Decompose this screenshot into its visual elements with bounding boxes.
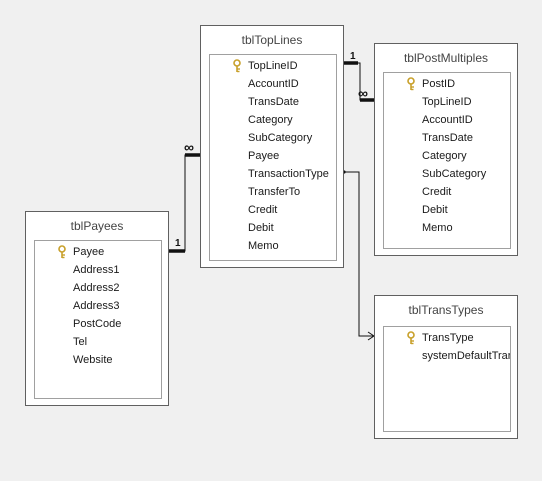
field-name: Category [248, 114, 293, 126]
field-name: AccountID [422, 114, 473, 126]
key-icon [58, 245, 66, 259]
field-name: AccountID [248, 78, 299, 90]
field-name: PostID [422, 78, 456, 90]
table-tblpayees[interactable]: tblPayees Payee Address1 Address2 Addres… [25, 211, 169, 406]
field-name: Tel [73, 336, 88, 348]
field-name: Debit [422, 204, 448, 216]
table-title[interactable]: tblTransTypes [375, 303, 517, 317]
field-name: Website [73, 354, 113, 366]
field-name: SubCategory [422, 168, 487, 180]
cardinality-one-label: 1 [350, 51, 356, 62]
field-name: TopLineID [248, 60, 298, 72]
rel-payees-toplines[interactable] [169, 154, 200, 252]
field-name: Memo [422, 222, 453, 234]
table-title[interactable]: tblPostMultiples [375, 51, 517, 65]
field-name: Address2 [73, 282, 120, 294]
field-list[interactable]: TopLineID AccountID TransDate Category S… [209, 54, 337, 261]
field-name: Credit [248, 204, 278, 216]
field-list[interactable]: Payee Address1 Address2 Address3 PostCod… [34, 240, 162, 399]
field-name: Category [422, 150, 467, 162]
field-name: Memo [248, 240, 279, 252]
field-name: PostCode [73, 318, 122, 330]
cardinality-many-label: ∞ [358, 85, 368, 101]
field-name: Address1 [73, 264, 120, 276]
field-name: Payee [248, 150, 280, 162]
cardinality-many-label: ∞ [184, 139, 194, 155]
field-list[interactable]: PostID TopLineID AccountID TransDate Cat… [383, 72, 511, 249]
table-title[interactable]: tblPayees [26, 219, 168, 233]
rel-toplines-transtypes[interactable] [344, 171, 374, 337]
field-name: TransDate [422, 132, 473, 144]
field-name: Credit [422, 186, 452, 198]
field-name: Debit [248, 222, 274, 234]
cardinality-one-label: 1 [175, 238, 181, 249]
field-name: TransactionType [248, 168, 329, 180]
field-name: Payee [73, 246, 105, 258]
table-tblpostmultiples[interactable]: tblPostMultiples PostID TopLineID Accoun… [374, 43, 518, 256]
field-name: systemDefaultTrans [422, 350, 511, 362]
key-icon [407, 77, 415, 91]
field-name: TopLineID [422, 96, 472, 108]
key-icon [407, 331, 415, 345]
table-title[interactable]: tblTopLines [201, 33, 343, 47]
field-name: TransferTo [248, 186, 301, 198]
field-name: TransType [422, 332, 474, 344]
field-name: Address3 [73, 300, 120, 312]
table-tbltoplines[interactable]: tblTopLines TopLineID AccountID TransDat… [200, 25, 344, 268]
field-name: SubCategory [248, 132, 313, 144]
key-icon [233, 59, 241, 73]
field-name: TransDate [248, 96, 299, 108]
table-tbltranstypes[interactable]: tblTransTypes TransType systemDefaultTra… [374, 295, 518, 439]
field-list[interactable]: TransType systemDefaultTrans [383, 326, 511, 432]
